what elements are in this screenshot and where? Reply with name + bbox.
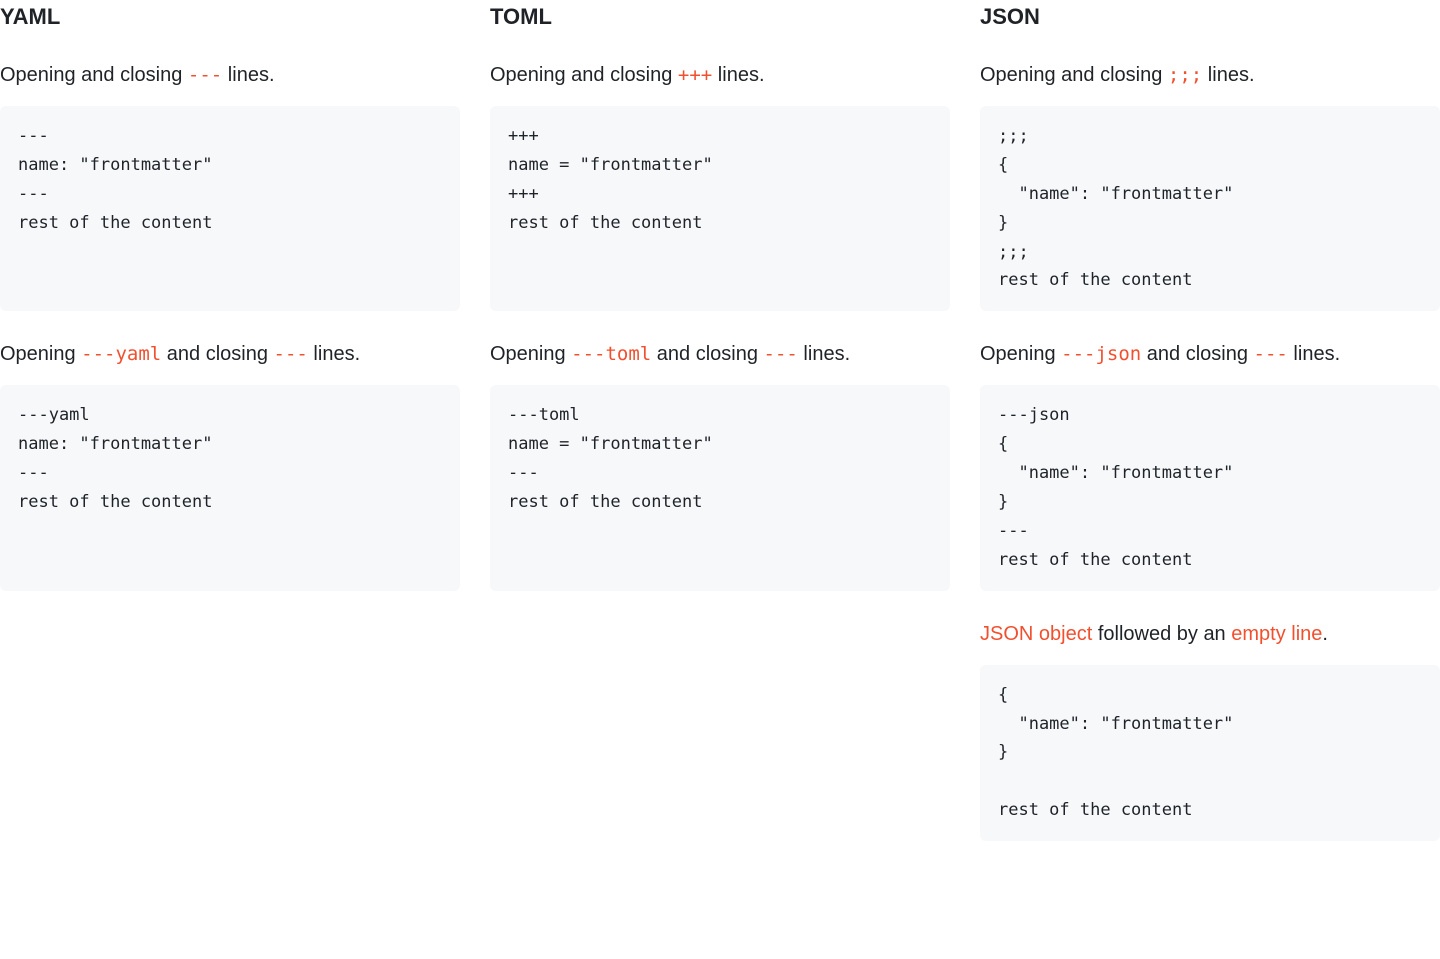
toml-heading: TOML xyxy=(490,4,950,30)
desc-code: ---toml xyxy=(571,343,651,365)
yaml-block2-code: ---yaml name: "frontmatter" --- rest of … xyxy=(0,385,460,590)
json-block1-code: ;;; { "name": "frontmatter" } ;;; rest o… xyxy=(980,106,1440,311)
desc-code: --- xyxy=(188,64,222,86)
desc-link[interactable]: empty line xyxy=(1231,623,1322,645)
yaml-block2-desc: Opening ---yaml and closing --- lines. xyxy=(0,339,460,369)
toml-block2-code: ---toml name = "frontmatter" --- rest of… xyxy=(490,385,950,590)
json-block2-desc: Opening ---json and closing --- lines. xyxy=(980,339,1440,369)
desc-text: lines. xyxy=(1288,343,1340,365)
desc-code: --- xyxy=(1254,343,1288,365)
desc-code: --- xyxy=(274,343,308,365)
desc-link[interactable]: JSON object xyxy=(980,623,1092,645)
desc-text: Opening and closing xyxy=(980,64,1168,86)
toml-column: TOML Opening and closing +++ lines. +++ … xyxy=(490,0,950,869)
yaml-column: YAML Opening and closing --- lines. --- … xyxy=(0,0,460,869)
desc-code: ---json xyxy=(1061,343,1141,365)
desc-text: followed by an xyxy=(1092,623,1231,645)
desc-code: ---yaml xyxy=(81,343,161,365)
desc-text: and closing xyxy=(1141,343,1253,365)
yaml-heading: YAML xyxy=(0,4,460,30)
desc-text: lines. xyxy=(308,343,360,365)
frontmatter-formats-grid: YAML Opening and closing --- lines. --- … xyxy=(0,0,1440,869)
json-heading: JSON xyxy=(980,4,1440,30)
toml-block1-code: +++ name = "frontmatter" +++ rest of the… xyxy=(490,106,950,311)
desc-text: lines. xyxy=(712,64,764,86)
desc-code: ;;; xyxy=(1168,64,1202,86)
desc-text: Opening xyxy=(490,343,571,365)
yaml-block1-code: --- name: "frontmatter" --- rest of the … xyxy=(0,106,460,311)
desc-text: and closing xyxy=(161,343,273,365)
json-block1-desc: Opening and closing ;;; lines. xyxy=(980,60,1440,90)
desc-text: lines. xyxy=(1202,64,1254,86)
desc-code: --- xyxy=(764,343,798,365)
desc-text: and closing xyxy=(651,343,763,365)
desc-text: lines. xyxy=(798,343,850,365)
json-block3-desc: JSON object followed by an empty line. xyxy=(980,619,1440,649)
desc-text: Opening xyxy=(980,343,1061,365)
desc-text: lines. xyxy=(222,64,274,86)
desc-text: Opening xyxy=(0,343,81,365)
json-block2-code: ---json { "name": "frontmatter" } --- re… xyxy=(980,385,1440,590)
toml-block1-desc: Opening and closing +++ lines. xyxy=(490,60,950,90)
desc-text: Opening and closing xyxy=(490,64,678,86)
json-column: JSON Opening and closing ;;; lines. ;;; … xyxy=(980,0,1440,869)
yaml-block1-desc: Opening and closing --- lines. xyxy=(0,60,460,90)
desc-text: . xyxy=(1322,623,1328,645)
desc-code: +++ xyxy=(678,64,712,86)
toml-block2-desc: Opening ---toml and closing --- lines. xyxy=(490,339,950,369)
json-block3-code: { "name": "frontmatter" } rest of the co… xyxy=(980,665,1440,841)
desc-text: Opening and closing xyxy=(0,64,188,86)
